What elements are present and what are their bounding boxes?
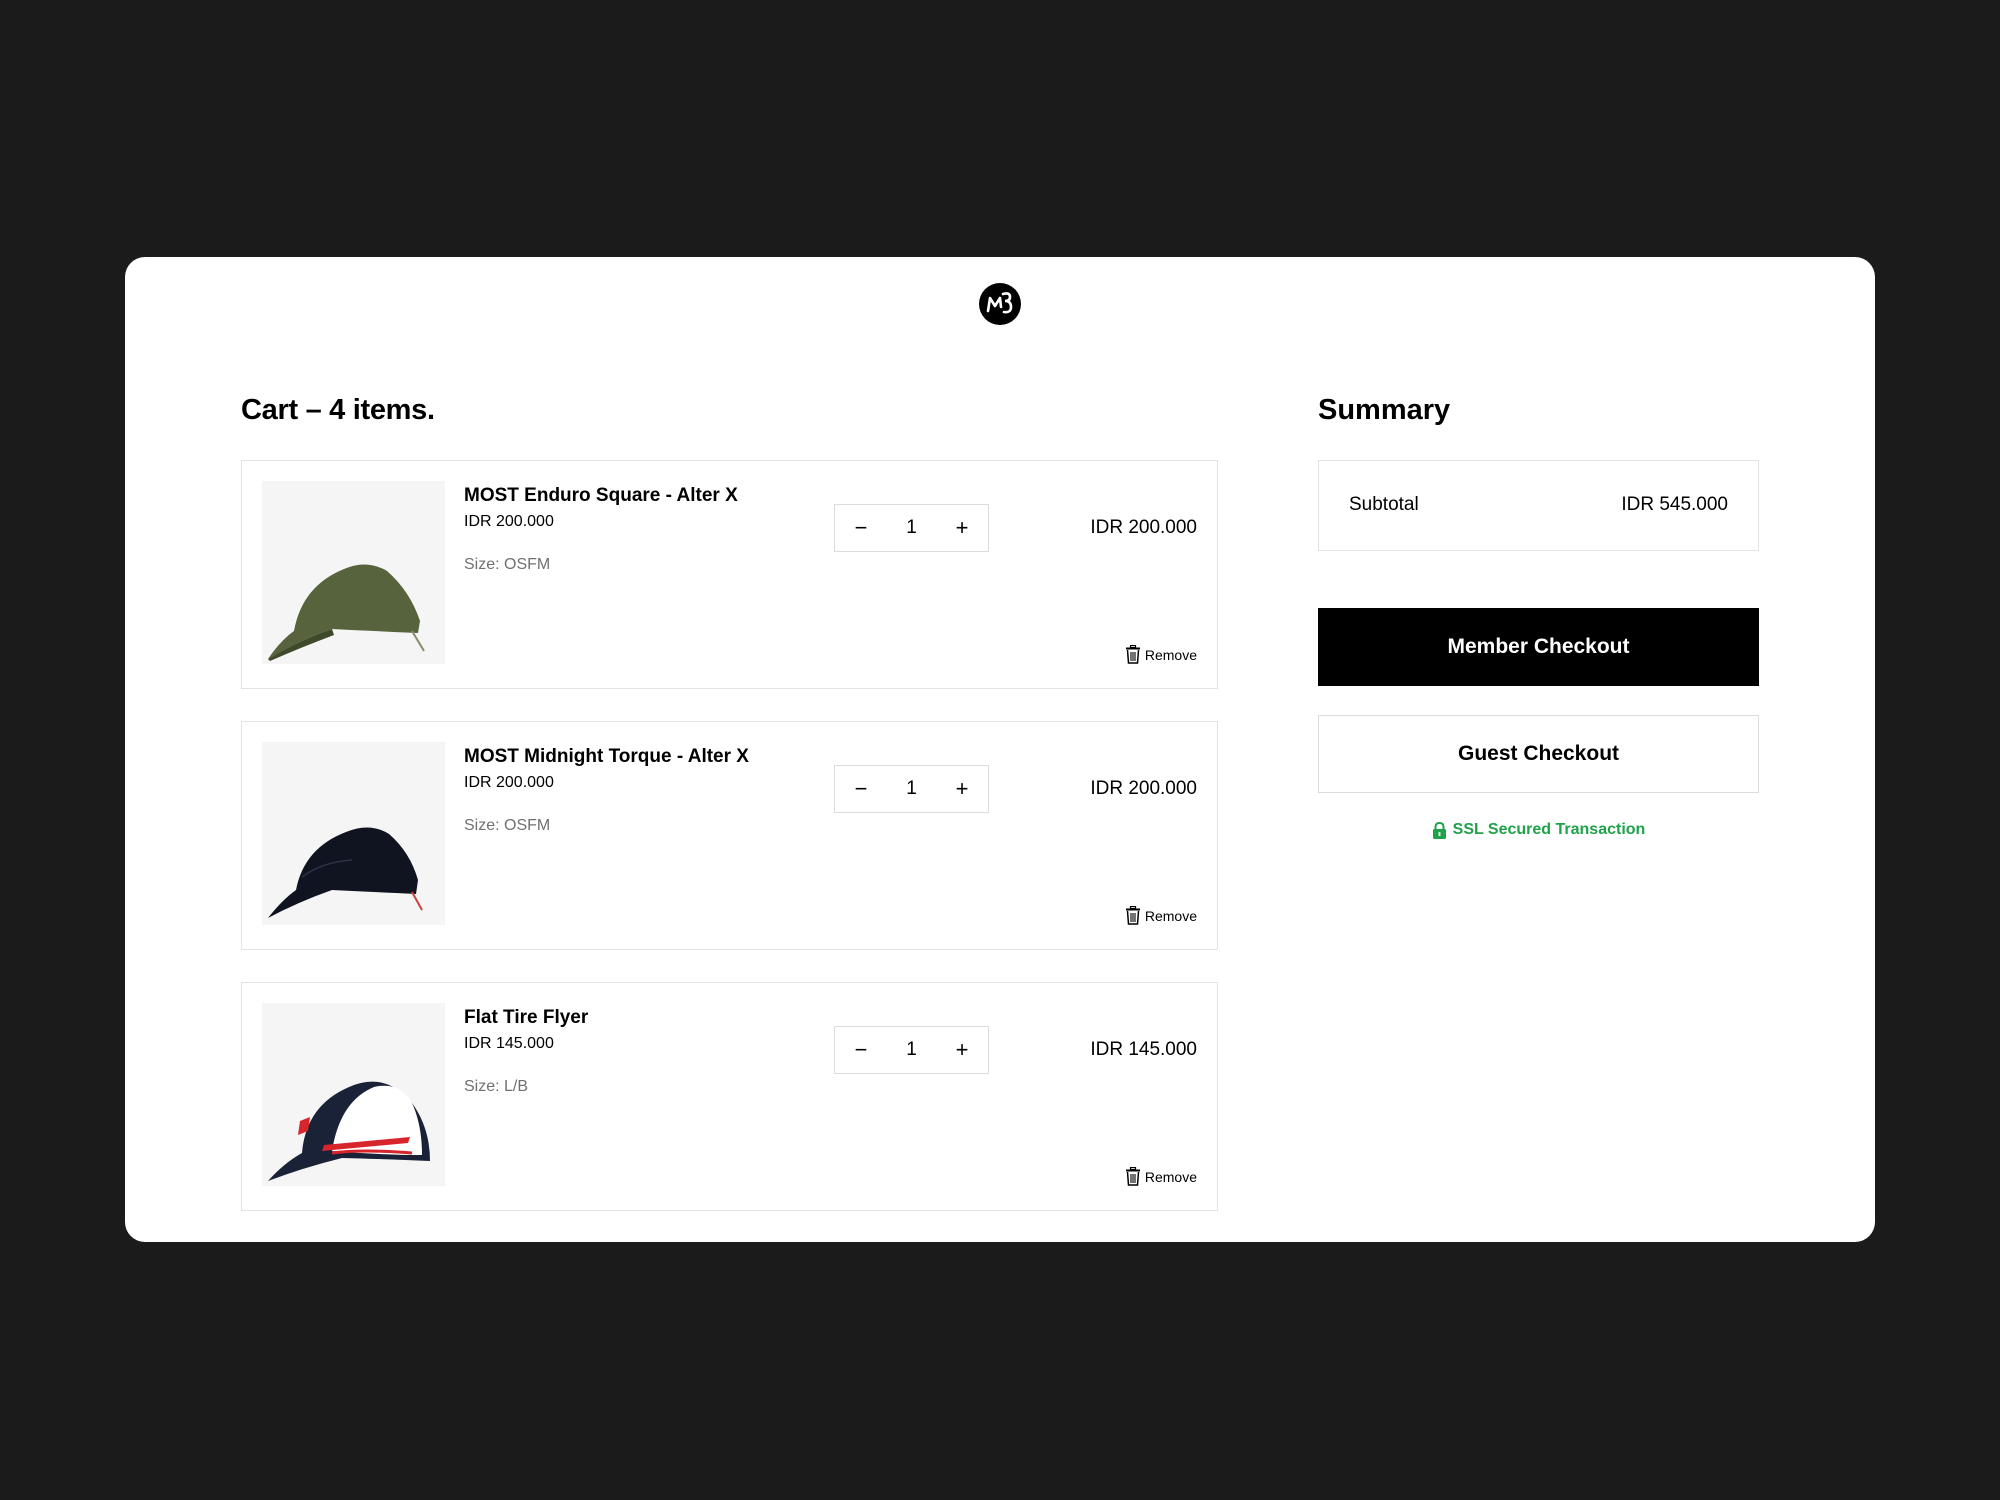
line-total: IDR 200.000 (1090, 778, 1197, 799)
line-total: IDR 145.000 (1090, 1039, 1197, 1060)
remove-label: Remove (1144, 646, 1197, 663)
subtotal-label: Subtotal (1349, 494, 1419, 515)
remove-label: Remove (1144, 1168, 1197, 1185)
trash-icon (1125, 645, 1141, 664)
quantity-value[interactable]: 1 (887, 517, 936, 539)
increment-button[interactable]: + (936, 766, 988, 812)
product-image[interactable] (262, 1003, 445, 1186)
increment-button[interactable]: + (936, 505, 988, 551)
remove-button[interactable]: Remove (1125, 1167, 1197, 1186)
ssl-label: SSL Secured Transaction (1452, 821, 1646, 838)
cart-item: MOST Midnight Torque - Alter X IDR 200.0… (241, 721, 1218, 950)
decrement-button[interactable]: − (835, 505, 887, 551)
product-image[interactable] (262, 481, 445, 664)
trash-icon (1125, 906, 1141, 925)
remove-button[interactable]: Remove (1125, 645, 1197, 664)
member-checkout-button[interactable]: Member Checkout (1318, 608, 1759, 686)
decrement-button[interactable]: − (835, 1027, 887, 1073)
cart-page-card: Cart – 4 items. Summary MOST Enduro Squa… (125, 257, 1875, 1242)
remove-button[interactable]: Remove (1125, 906, 1197, 925)
quantity-stepper: − 1 + (834, 504, 989, 552)
summary-title: Summary (1318, 394, 1451, 426)
product-size: Size: OSFM (464, 556, 551, 573)
brand-logo-icon[interactable] (979, 283, 1021, 325)
line-total: IDR 200.000 (1090, 517, 1197, 538)
product-unit-price: IDR 145.000 (464, 1035, 554, 1052)
cart-title: Cart – 4 items. (241, 394, 435, 426)
quantity-value[interactable]: 1 (887, 778, 936, 800)
decrement-button[interactable]: − (835, 766, 887, 812)
product-unit-price: IDR 200.000 (464, 774, 554, 791)
cart-item: Flat Tire Flyer IDR 145.000 Size: L/B − … (241, 982, 1218, 1211)
product-image[interactable] (262, 742, 445, 925)
cart-item: MOST Enduro Square - Alter X IDR 200.000… (241, 460, 1218, 689)
remove-label: Remove (1144, 907, 1197, 924)
quantity-stepper: − 1 + (834, 1026, 989, 1074)
product-name[interactable]: MOST Midnight Torque - Alter X (464, 746, 749, 768)
product-size: Size: OSFM (464, 817, 551, 834)
product-name[interactable]: MOST Enduro Square - Alter X (464, 485, 738, 507)
product-unit-price: IDR 200.000 (464, 513, 554, 530)
guest-checkout-button[interactable]: Guest Checkout (1318, 715, 1759, 793)
product-size: Size: L/B (464, 1078, 529, 1095)
trash-icon (1125, 1167, 1141, 1186)
subtotal-box: Subtotal IDR 545.000 (1318, 460, 1759, 551)
increment-button[interactable]: + (936, 1027, 988, 1073)
subtotal-value: IDR 545.000 (1621, 494, 1728, 515)
product-name[interactable]: Flat Tire Flyer (464, 1007, 588, 1029)
quantity-stepper: − 1 + (834, 765, 989, 813)
ssl-badge: SSL Secured Transaction (1318, 821, 1759, 839)
lock-icon (1432, 821, 1447, 839)
quantity-value[interactable]: 1 (887, 1039, 936, 1061)
